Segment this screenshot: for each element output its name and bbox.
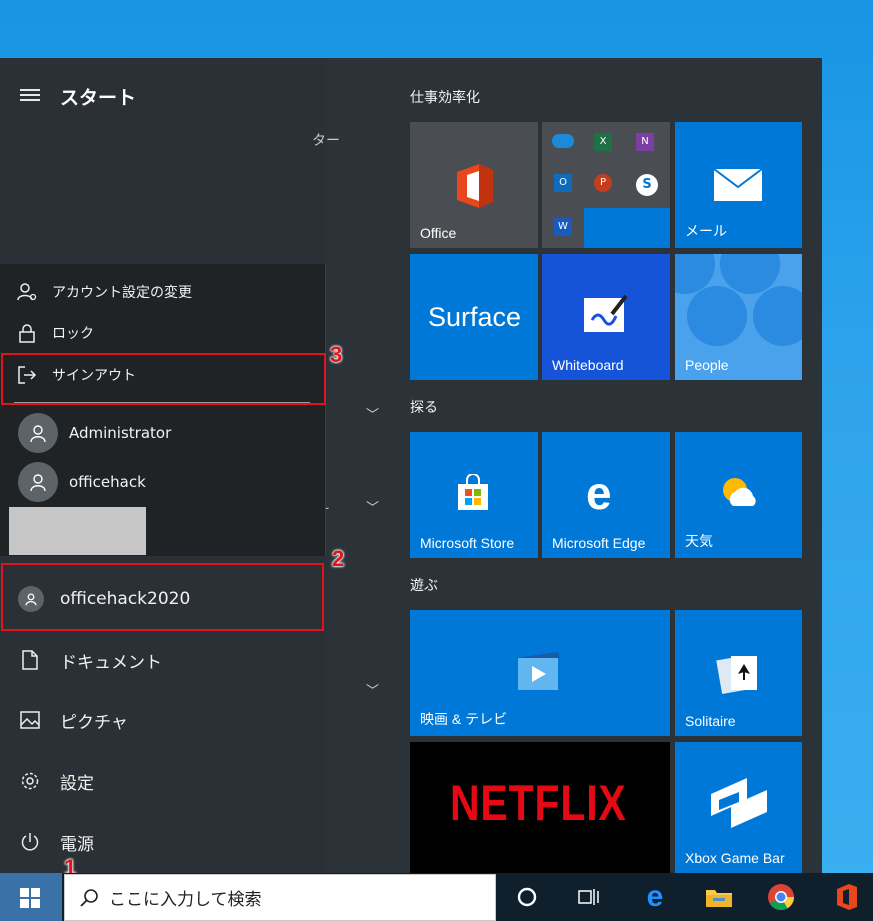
chrome-button[interactable]: [756, 873, 806, 921]
word-icon: W: [554, 218, 572, 236]
office-icon: [457, 164, 493, 208]
tile-people[interactable]: People: [675, 254, 802, 380]
annotation-number-2: 2: [332, 546, 345, 571]
tile-xbox-game-bar[interactable]: Xbox Game Bar: [675, 742, 802, 873]
surface-wordmark: Surface: [428, 302, 522, 332]
onedrive-icon: [552, 134, 574, 148]
task-view-icon: [578, 889, 599, 905]
account-settings-item[interactable]: アカウント設定の変更: [0, 272, 326, 312]
xbox-game-bar-icon: [711, 778, 767, 828]
tile-mail[interactable]: メール: [675, 122, 802, 248]
excel-icon: X: [594, 133, 612, 151]
task-view-button[interactable]: [564, 873, 614, 921]
avatar: [18, 462, 58, 502]
decor-circle: [687, 286, 747, 346]
chevron-down-icon[interactable]: ﹀: [366, 497, 379, 516]
tile-label: Solitaire: [685, 713, 736, 729]
nav-label: ピクチャ: [60, 712, 128, 733]
tile-label: 天気: [685, 533, 713, 549]
tile-solitaire[interactable]: Solitaire: [675, 610, 802, 736]
folder-icon: [706, 890, 732, 907]
nav-label: ドキュメント: [60, 652, 162, 673]
power-icon: [19, 831, 41, 853]
tile-microsoft-edge[interactable]: e Microsoft Edge: [542, 432, 670, 558]
outlook-icon: O: [554, 174, 572, 192]
tile-netflix[interactable]: NETFLIX: [410, 742, 670, 873]
avatar: [18, 413, 58, 453]
annotation-box-current-user: [1, 563, 324, 631]
mail-icon: [713, 168, 763, 201]
solitaire-icon: [716, 656, 757, 694]
taskbar-search-box[interactable]: ここに入力して検索: [64, 874, 496, 921]
chrome-icon: [768, 884, 795, 911]
account-settings-icon: [17, 282, 37, 302]
search-placeholder: ここに入力して検索: [109, 890, 262, 910]
tile-label: Whiteboard: [552, 357, 624, 373]
tile-label: Microsoft Edge: [552, 535, 646, 551]
tile-label: メール: [685, 223, 727, 239]
tile-office-apps-folder[interactable]: X N O P S W: [542, 122, 670, 248]
nav-item-documents[interactable]: ドキュメント: [0, 632, 326, 688]
edge-icon: e: [586, 467, 612, 519]
onenote-icon: N: [636, 133, 654, 151]
movies-icon: [516, 652, 560, 690]
user-item-officehack[interactable]: officehack: [0, 458, 326, 506]
annotation-box-sign-out: [1, 353, 326, 405]
nav-item-power[interactable]: 電源: [0, 814, 326, 870]
user-item-administrator[interactable]: Administrator: [0, 409, 326, 457]
search-icon: [80, 888, 98, 907]
lock-label: ロック: [52, 326, 94, 342]
group-label-play: 遊ぶ: [410, 578, 438, 594]
cortana-button[interactable]: [502, 873, 552, 921]
picture-icon: [19, 709, 41, 731]
user-name: officehack: [69, 473, 146, 491]
hamburger-menu-icon[interactable]: [20, 89, 40, 101]
cortana-icon: [517, 887, 537, 907]
account-settings-label: アカウント設定の変更: [52, 285, 192, 301]
nav-label: 設定: [60, 773, 94, 794]
nav-item-settings[interactable]: 設定: [0, 753, 326, 809]
office-taskbar-button[interactable]: [822, 873, 872, 921]
start-button[interactable]: [0, 873, 62, 921]
nav-item-pictures[interactable]: ピクチャ: [0, 692, 326, 748]
tile-surface[interactable]: Surface: [410, 254, 538, 380]
tile-label: Xbox Game Bar: [685, 850, 785, 866]
tile-movies-tv[interactable]: 映画 & テレビ: [410, 610, 670, 736]
annotation-number-3: 3: [330, 342, 343, 367]
office-icon: [837, 884, 857, 910]
skype-icon: S: [636, 174, 658, 196]
file-explorer-button[interactable]: [694, 873, 744, 921]
edge-icon: e: [646, 880, 664, 913]
gear-icon: [19, 770, 41, 792]
document-icon: [19, 649, 41, 671]
nav-label: 電源: [60, 834, 94, 855]
tile-whiteboard[interactable]: Whiteboard: [542, 254, 670, 380]
lock-item[interactable]: ロック: [0, 313, 326, 353]
tile-weather[interactable]: 天気: [675, 432, 802, 558]
user-name: Administrator: [69, 424, 172, 442]
windows-logo-icon: [20, 888, 40, 908]
behind-text: ター: [312, 133, 340, 149]
whiteboard-icon: [584, 294, 628, 332]
tile-label: Office: [420, 225, 457, 241]
edge-taskbar-button[interactable]: e: [630, 873, 680, 921]
chevron-down-icon[interactable]: ﹀: [366, 404, 379, 423]
tile-label: Microsoft Store: [420, 535, 515, 551]
lock-icon: [17, 323, 37, 343]
start-title: スタート: [60, 87, 137, 109]
tile-microsoft-store[interactable]: Microsoft Store: [410, 432, 538, 558]
store-icon: [458, 474, 488, 510]
chevron-down-icon[interactable]: ﹀: [366, 680, 379, 699]
redacted-user-block: [9, 507, 146, 555]
netflix-wordmark: NETFLIX: [450, 775, 627, 831]
group-label-explore: 探る: [410, 400, 438, 416]
tile-label: People: [685, 357, 729, 373]
decor-circle: [753, 286, 802, 346]
group-label-productivity: 仕事効率化: [410, 90, 480, 106]
powerpoint-icon: P: [594, 174, 612, 192]
tile-label: 映画 & テレビ: [420, 711, 508, 727]
tile-office[interactable]: Office: [410, 122, 538, 248]
weather-icon: [723, 478, 756, 506]
